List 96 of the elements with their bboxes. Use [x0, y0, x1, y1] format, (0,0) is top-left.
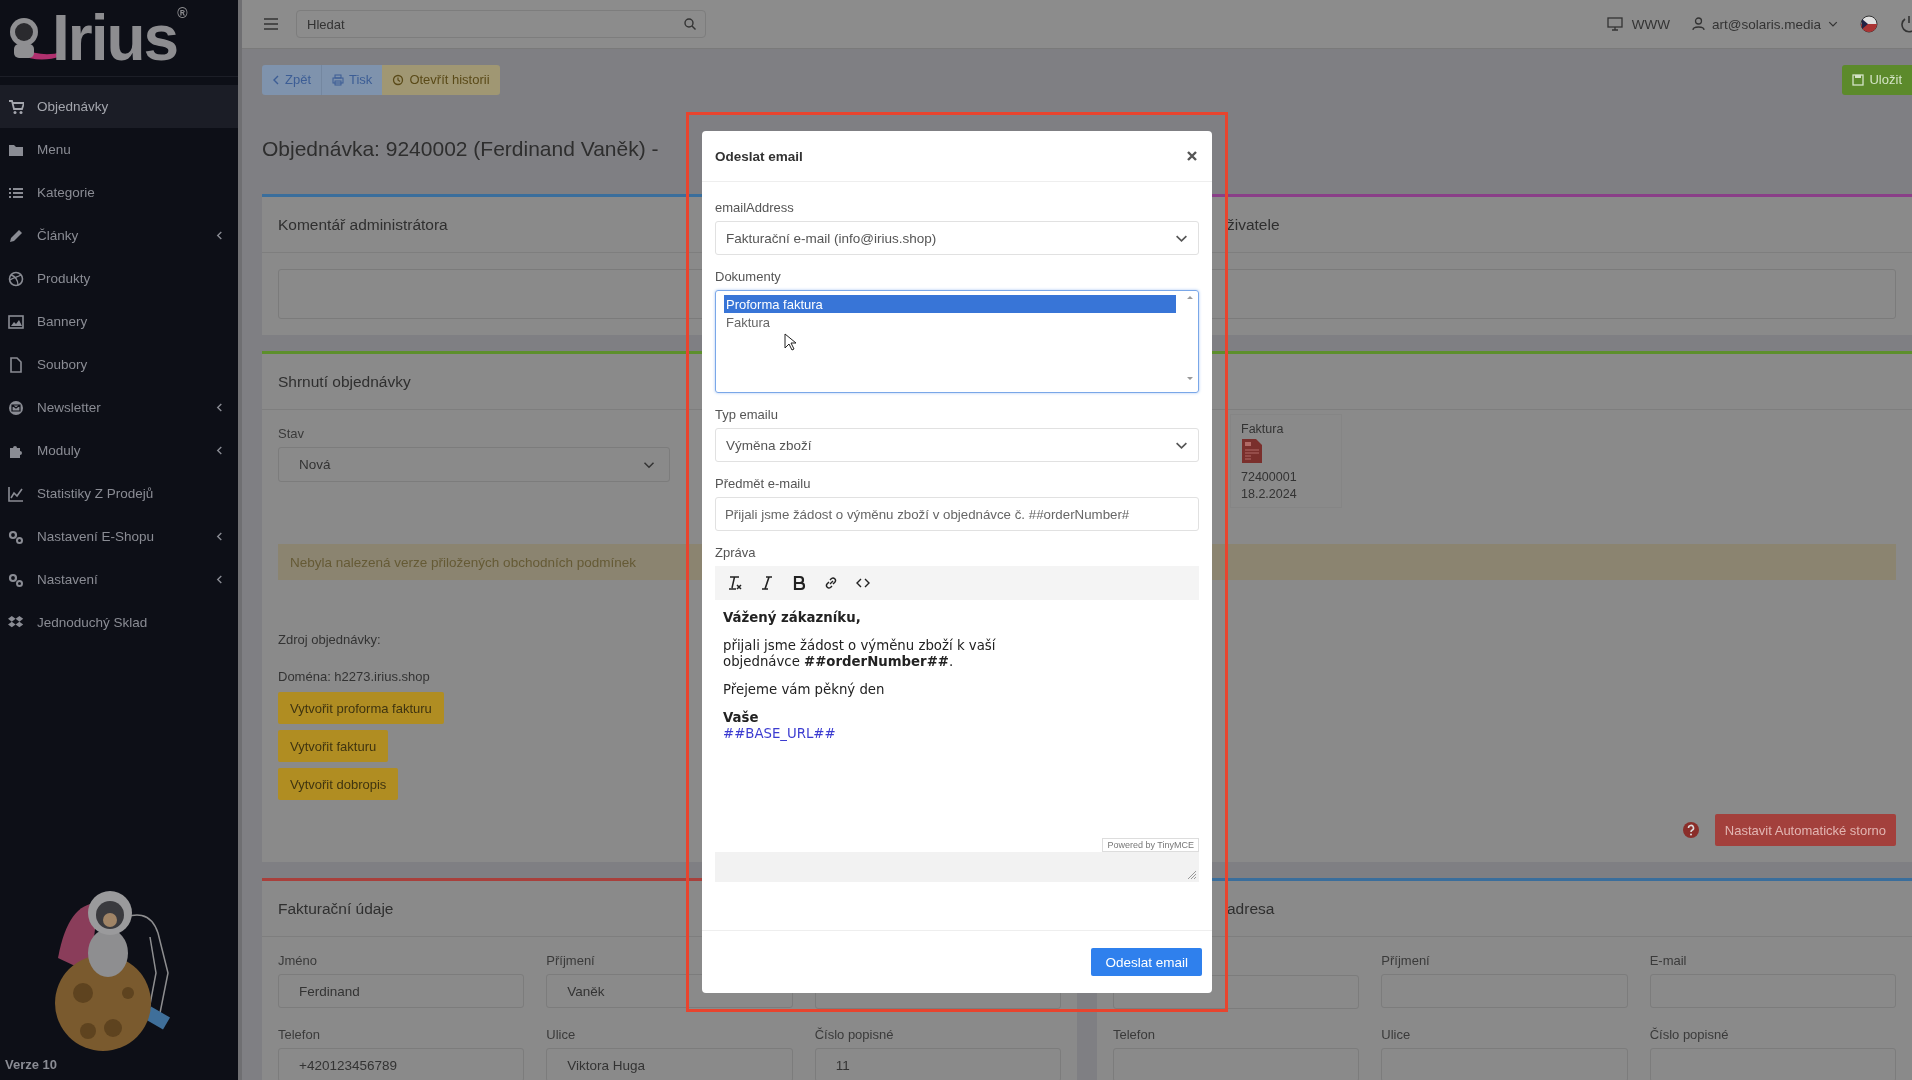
sidebar-item[interactable]: Soubory	[0, 343, 238, 386]
field-label: Telefon	[278, 1027, 320, 1042]
monitor-icon	[1606, 17, 1625, 31]
version-label: Verze 10	[4, 1057, 59, 1074]
field-label: E-mail	[1649, 953, 1687, 968]
gears-icon	[8, 528, 24, 545]
mouse-cursor-icon	[784, 333, 796, 351]
save-button[interactable]: Uložit	[1842, 64, 1912, 95]
caret-icon	[1828, 19, 1838, 29]
send-email-button[interactable]: Odeslat email	[1091, 948, 1202, 976]
message-editor[interactable]: Vážený zákazníku, přijali jsme žádost o výměnu zboží k vaší objednávce ##orderNumber##. Přejeme vám pěkný den Vaše ##BASE_URL## Powered by TinyMCE	[715, 600, 1199, 852]
subject-field[interactable]: Přijali jsme žádost o výměnu zboží v objednávce č. ##orderNumber#	[715, 497, 1199, 531]
field-label: Číslo popisné	[1649, 1027, 1729, 1042]
gears-icon	[8, 571, 24, 588]
history-button[interactable]: Otevřít historii	[382, 64, 500, 95]
search-icon	[684, 18, 696, 30]
sidebar-item[interactable]: Produkty	[0, 257, 238, 300]
sidebar-item[interactable]: Články	[0, 214, 238, 257]
input-field[interactable]: 11	[814, 1048, 1061, 1080]
field-label: Číslo popisné	[814, 1027, 894, 1042]
pencil-icon	[8, 227, 24, 244]
sidebar-item[interactable]: Objednávky	[0, 85, 238, 128]
cart-icon	[8, 98, 24, 115]
sidebar-item[interactable]: Newsletter	[0, 386, 238, 429]
sidebar-item[interactable]: Nastavení E-Shopu	[0, 515, 238, 558]
chevron-icon	[272, 74, 280, 85]
greeting-text: Vážený zákazníku,	[723, 610, 862, 626]
user-menu[interactable]: art@solaris.media	[1712, 16, 1821, 32]
image-icon	[8, 313, 24, 330]
sidebar-item[interactable]: Bannery	[0, 300, 238, 343]
field-label: emailAddress	[715, 200, 795, 215]
dialog-title: Odeslat email	[715, 148, 803, 164]
italic-icon	[759, 575, 775, 591]
message-paragraph: přijali jsme žádost o výměnu zboží k vaší objednávce ##orderNumber##.	[723, 638, 997, 670]
sidebar-item[interactable]: Menu	[0, 128, 238, 171]
logo-text: Irius$^{®}$	[52, 6, 188, 70]
status-select[interactable]: Nová	[278, 447, 670, 482]
card-title: Fakturační údaje	[278, 899, 394, 918]
pdf-file-icon	[1241, 438, 1263, 464]
card-title: živatele	[1227, 215, 1280, 234]
message-paragraph: Přejeme vám pěkný den	[723, 682, 886, 698]
file-icon	[8, 356, 24, 373]
input-field[interactable]: Viktora Huga	[546, 1048, 793, 1080]
list-option[interactable]: Proforma faktura	[724, 295, 1176, 313]
search-field[interactable]: Hledat	[296, 10, 706, 38]
field-label: Zpráva	[715, 545, 757, 560]
sidebar-item[interactable]: Nastavení	[0, 558, 238, 601]
input-field[interactable]: Ferdinand	[278, 974, 525, 1008]
user-icon	[1692, 17, 1705, 31]
clear-format-icon	[727, 575, 743, 591]
field-label: Stav	[278, 426, 305, 441]
list-option[interactable]: Faktura	[724, 313, 1176, 331]
document-tile[interactable]: Faktura 72400001 18.2.2024	[1230, 414, 1342, 508]
field-label: Typ emailu	[715, 407, 779, 422]
card-title: Komentář administrátora	[278, 215, 448, 234]
auto-cancel-button[interactable]: Nastavit Automatické storno	[1714, 814, 1896, 846]
field-label: Příjmení	[1381, 953, 1430, 968]
domain-label: Doména: h2273.irius.shop	[278, 669, 430, 684]
card-title: Shrnutí objednávky	[278, 372, 411, 391]
input-field[interactable]: +420123456789	[278, 1048, 525, 1080]
sidebar-item[interactable]: Kategorie	[0, 171, 238, 214]
field-label: Příjmení	[546, 953, 595, 968]
action-button[interactable]: Vytvořit proforma fakturu	[278, 692, 444, 724]
field-label: Telefon	[1113, 1027, 1155, 1042]
ball-icon	[8, 270, 24, 287]
website-link[interactable]: WWW	[1631, 16, 1670, 32]
help-icon[interactable]	[1682, 822, 1699, 838]
field-label: Dokumenty	[715, 269, 782, 284]
order-source-label: Zdroj objednávky:	[278, 632, 381, 647]
documents-listbox[interactable]: Proforma faktura Faktura	[715, 290, 1199, 393]
action-button[interactable]: Vytvořit fakturu	[278, 730, 389, 762]
bold-icon	[791, 575, 807, 591]
clock-icon	[392, 73, 405, 86]
page-title: Objednávka: 9240002 (Ferdinand Vaněk) -	[262, 136, 659, 162]
line-chart-icon	[8, 485, 24, 502]
sidebar-item[interactable]: Jednoduchý Sklad	[0, 601, 238, 644]
field-label: Předmět e-mailu	[715, 476, 812, 491]
flag-icon[interactable]	[1860, 15, 1878, 33]
card-title: adresa	[1227, 899, 1275, 918]
field-label: Jméno	[278, 953, 318, 968]
sidebar-item[interactable]: Moduly	[0, 429, 238, 472]
signature-text: Vaše	[723, 710, 759, 725]
action-button[interactable]: Vytvořit dobropis	[278, 768, 399, 800]
menu-icon[interactable]	[264, 18, 278, 30]
close-icon[interactable]	[1186, 150, 1198, 162]
link-icon	[823, 575, 839, 591]
resize-grip-icon[interactable]	[1188, 871, 1196, 879]
printer-icon	[332, 73, 344, 86]
sidebar-item[interactable]: Statistiky Z Prodejů	[0, 472, 238, 515]
editor-branding: Powered by TinyMCE	[1102, 838, 1199, 852]
email-type-select[interactable]: Výměna zboží	[715, 428, 1199, 462]
field-label: Ulice	[1381, 1027, 1411, 1042]
base-url-link[interactable]: ##BASE_URL##	[723, 726, 836, 742]
field-label: Ulice	[546, 1027, 576, 1042]
envelope-icon	[8, 399, 24, 416]
email-address-select[interactable]: Fakturační e-mail (info@irius.shop)	[715, 221, 1199, 255]
